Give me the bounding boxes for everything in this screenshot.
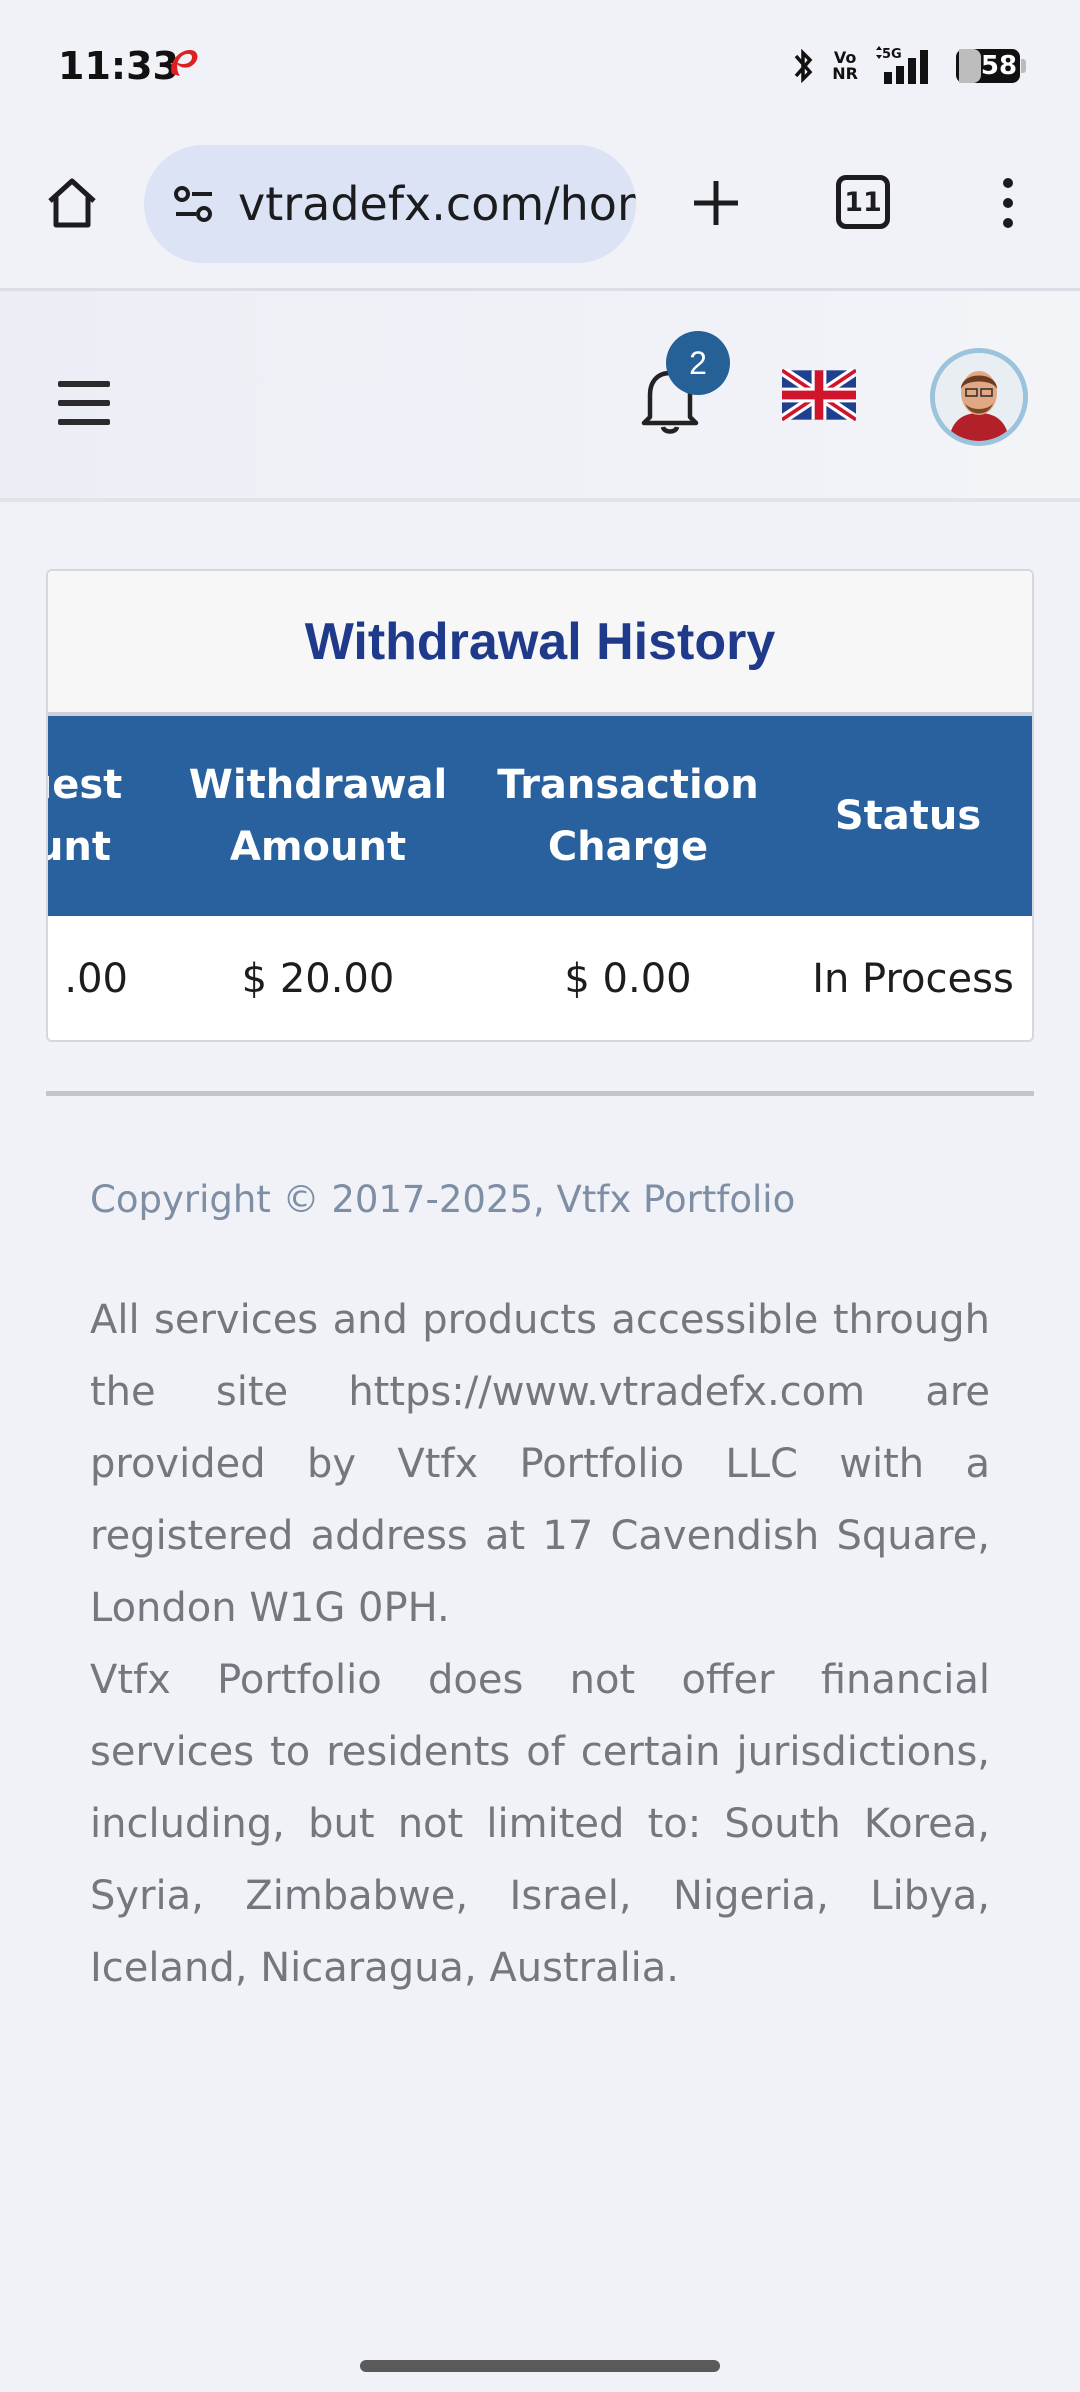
- table-row: .00 $ 20.00 $ 0.00 In Process: [48, 916, 1032, 1040]
- column-header-transaction-charge: Transaction Charge: [497, 762, 759, 870]
- withdrawal-history-card: Withdrawal History uest unt Withdrawal A…: [46, 569, 1034, 1042]
- site-header: 2: [0, 291, 1080, 502]
- bluetooth-icon: [792, 46, 816, 86]
- volte-icon: Vo NR: [832, 50, 858, 82]
- volte-label-2: NR: [832, 64, 858, 83]
- airtel-logo-icon: [164, 44, 204, 84]
- uk-flag-icon[interactable]: [779, 366, 859, 424]
- battery-icon: 58: [956, 49, 1026, 83]
- avatar[interactable]: [930, 348, 1028, 446]
- address-bar[interactable]: vtradefx.com/hom: [144, 145, 636, 263]
- notification-badge[interactable]: 2: [666, 331, 730, 395]
- signal-bars-icon: 5G: [874, 46, 940, 86]
- disclaimer-paragraph-2: Vtfx Portfolio does not offer financial …: [90, 1657, 990, 1991]
- column-header-request-amount: uest unt: [48, 762, 123, 870]
- battery-level: 58: [980, 51, 1018, 81]
- card-header: Withdrawal History: [48, 571, 1032, 716]
- footer-divider: [46, 1091, 1034, 1096]
- cell-withdrawal-amount: $ 20.00: [241, 956, 395, 1002]
- status-time: 11:33: [58, 44, 179, 88]
- tune-icon[interactable]: [170, 180, 218, 228]
- hamburger-icon[interactable]: [56, 375, 116, 431]
- plus-icon: [694, 181, 738, 225]
- disclaimer-paragraph-1: All services and products accessible thr…: [90, 1297, 990, 1631]
- home-button[interactable]: [40, 171, 104, 235]
- withdrawal-table[interactable]: uest unt Withdrawal Amount Transaction C…: [48, 716, 1032, 1040]
- home-icon: [48, 178, 96, 228]
- status-bar: 11:33 Vo NR 5G 58: [0, 0, 1080, 135]
- cell-request-amount: .00: [64, 956, 128, 1002]
- status-icons: Vo NR 5G 58: [792, 44, 1026, 88]
- more-vertical-icon[interactable]: [984, 171, 1032, 235]
- table-header-row: uest unt Withdrawal Amount Transaction C…: [48, 716, 1032, 916]
- card-title: Withdrawal History: [304, 612, 776, 671]
- new-tab-button[interactable]: [684, 171, 748, 235]
- browser-toolbar: vtradefx.com/hom 11: [0, 135, 1080, 291]
- column-header-withdrawal-amount: Withdrawal Amount: [188, 762, 448, 870]
- gesture-bar[interactable]: [360, 2360, 720, 2372]
- cell-transaction-charge: $ 0.00: [564, 956, 692, 1002]
- disclaimer: All services and products accessible thr…: [90, 1284, 990, 2004]
- network-type: 5G: [882, 47, 902, 62]
- column-header-status: Status: [834, 793, 982, 839]
- tab-switcher-button[interactable]: 11: [836, 175, 890, 229]
- cell-status: In Process: [812, 956, 1014, 1002]
- url-text[interactable]: vtradefx.com/hom: [238, 177, 636, 231]
- copyright-text: Copyright © 2017-2025, Vtfx Portfolio: [90, 1178, 796, 1221]
